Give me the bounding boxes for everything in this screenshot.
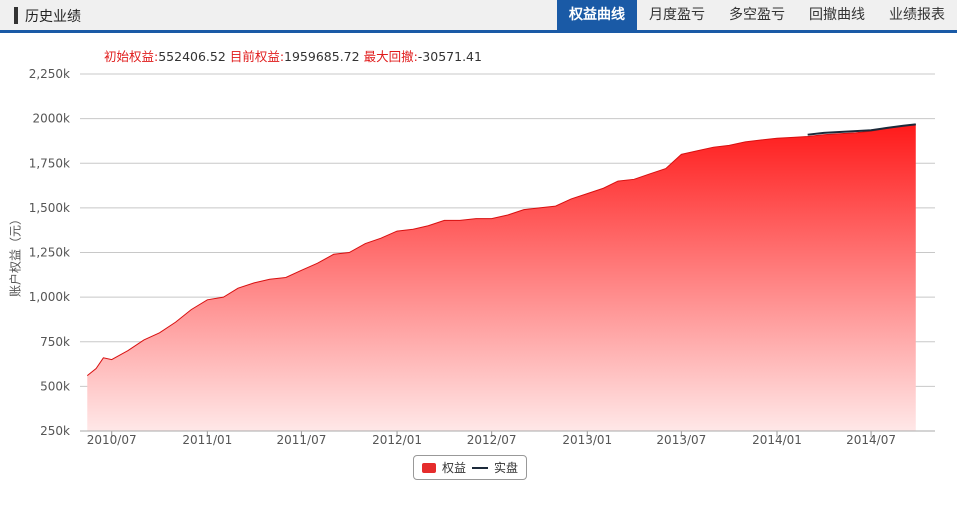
x-tick-label: 2012/07 [467, 433, 517, 447]
x-tick-label: 2011/01 [182, 433, 232, 447]
chart-legend: 权益 实盘 [413, 455, 527, 480]
x-tick-label: 2012/01 [372, 433, 422, 447]
legend-item-live[interactable]: 实盘 [466, 459, 518, 476]
equity-chart: 250k 500k 750k 1,000k 1,250k 1,500k 1,750k 2000… [29, 67, 935, 447]
legend-swatch-live [472, 466, 489, 469]
legend-label-equity: 权益 [442, 461, 467, 475]
y-tick-label: 2000k [33, 112, 71, 126]
series-area-equity [87, 124, 916, 431]
y-tick-label: 1,500k [29, 201, 70, 215]
x-tick-label: 2010/07 [87, 433, 137, 447]
legend-label-live: 实盘 [494, 461, 519, 475]
x-tick-label: 2014/01 [752, 433, 802, 447]
legend-item-equity[interactable]: 权益 [414, 459, 466, 476]
x-tick-label: 2013/01 [562, 433, 612, 447]
x-tick-label: 2014/07 [846, 433, 896, 447]
y-tick-label: 750k [40, 335, 70, 349]
y-tick-label: 500k [40, 379, 70, 393]
y-tick-label: 250k [40, 424, 70, 438]
x-tick-label: 2013/07 [656, 433, 706, 447]
y-tick-label: 1,000k [29, 290, 70, 304]
y-tick-label: 1,750k [29, 156, 70, 170]
y-tick-label: 2,250k [29, 67, 70, 81]
y-tick-label: 1,250k [29, 246, 70, 260]
legend-swatch-equity [422, 462, 436, 473]
x-tick-label: 2011/07 [276, 433, 326, 447]
